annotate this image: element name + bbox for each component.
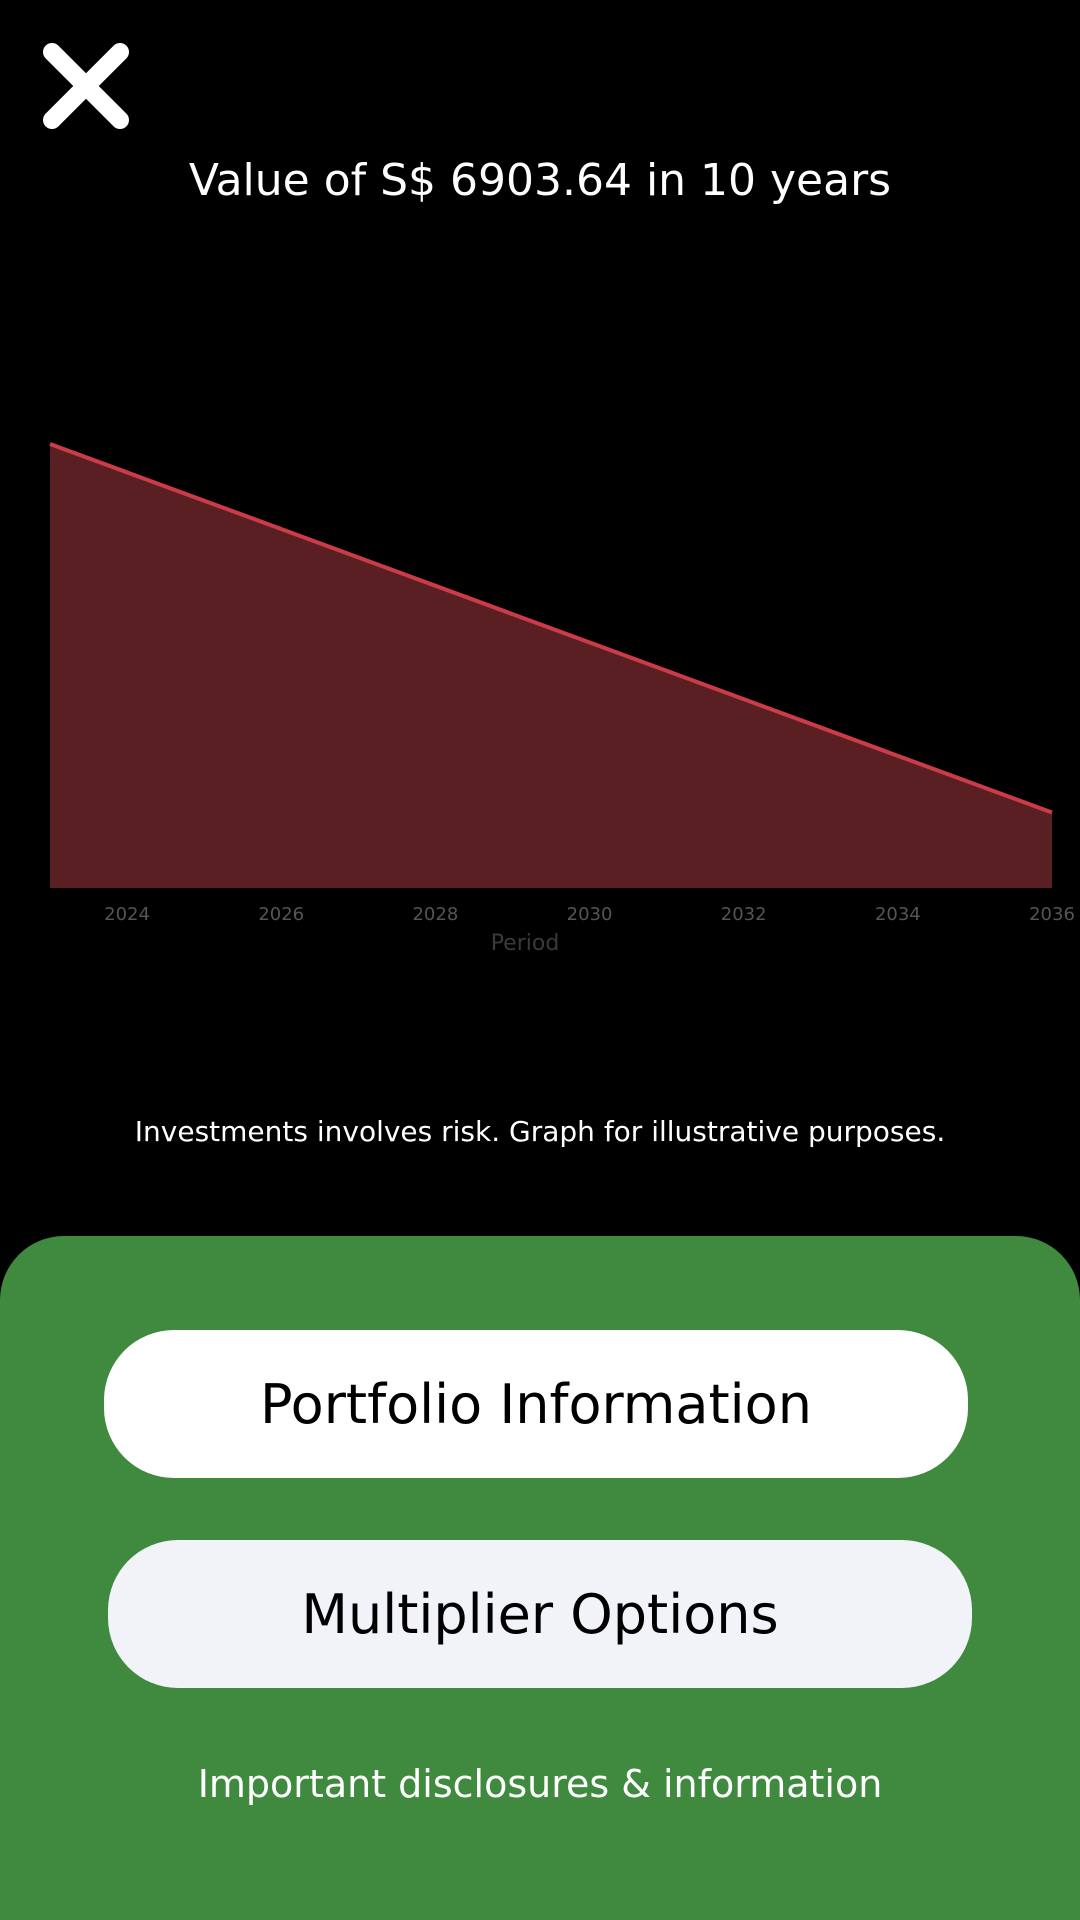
portfolio-information-label: Portfolio Information xyxy=(260,1372,812,1436)
screen: Value of S$ 6903.64 in 10 years 2024 2026… xyxy=(0,0,1080,1920)
portfolio-information-button[interactable]: Portfolio Information xyxy=(104,1330,968,1478)
value-projection-chart: 2024 2026 2028 2030 2032 2034 2036 Period xyxy=(0,420,1080,960)
actions-panel: Portfolio Information Multiplier Options… xyxy=(0,1236,1080,1920)
x-tick-label: 2036 xyxy=(1029,904,1075,925)
important-disclosures-link[interactable]: Important disclosures & information xyxy=(120,1756,960,1812)
x-tick-label: 2028 xyxy=(412,904,458,925)
x-tick-label: 2032 xyxy=(721,904,767,925)
risk-disclaimer: Investments involves risk. Graph for ill… xyxy=(134,1115,946,1148)
x-tick-label: 2026 xyxy=(258,904,304,925)
close-button[interactable] xyxy=(38,38,134,134)
value-area-fill xyxy=(50,444,1052,888)
multiplier-options-label: Multiplier Options xyxy=(301,1582,779,1646)
x-tick-label: 2024 xyxy=(104,904,150,925)
x-tick-label: 2030 xyxy=(567,904,613,925)
chart-svg: 2024 2026 2028 2030 2032 2034 2036 Period xyxy=(49,442,1075,956)
x-axis-title: Period xyxy=(491,931,560,956)
multiplier-options-button[interactable]: Multiplier Options xyxy=(108,1540,972,1688)
close-icon xyxy=(38,38,134,134)
page-title: Value of S$ 6903.64 in 10 years xyxy=(188,155,892,206)
x-tick-label: 2034 xyxy=(875,904,921,925)
